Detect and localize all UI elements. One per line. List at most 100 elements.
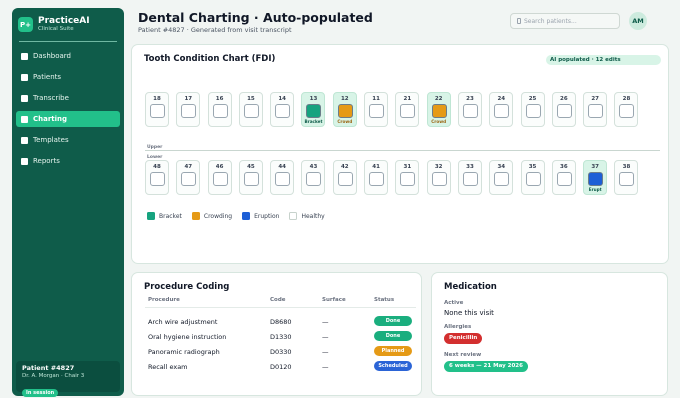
sidebar-item-patients[interactable]: Patients: [16, 69, 120, 85]
tooth-surface[interactable]: [369, 104, 385, 118]
tooth-37[interactable]: 37 Erupt: [583, 160, 608, 195]
tooth-surface[interactable]: [525, 172, 541, 186]
jaw-divider: [145, 150, 660, 151]
tooth-surface[interactable]: [400, 172, 416, 186]
table-row[interactable]: Oral hygiene instruction D1330 — Done: [148, 331, 418, 345]
tooth-28[interactable]: 28: [614, 92, 639, 127]
tooth-surface[interactable]: [588, 104, 604, 118]
tooth-surface[interactable]: [619, 104, 635, 118]
tooth-surface[interactable]: [462, 172, 478, 186]
tooth-45[interactable]: 45: [238, 160, 263, 195]
tooth-23[interactable]: 23: [457, 92, 482, 127]
brand-name: PracticeAI: [38, 16, 90, 26]
tooth-surface[interactable]: [150, 104, 165, 118]
tooth-27[interactable]: 27: [583, 92, 608, 127]
tooth-number: 43: [309, 164, 318, 170]
status-badge[interactable]: Done: [374, 316, 412, 326]
tooth-surface[interactable]: [525, 104, 541, 118]
brand[interactable]: P+ PracticeAI Clinical Suite: [12, 8, 124, 39]
tooth-chart-panel: Tooth Condition Chart (FDI) AI populated…: [131, 44, 669, 264]
table-row[interactable]: Arch wire adjustment D8680 — Done: [148, 316, 418, 330]
tooth-surface[interactable]: [275, 104, 291, 118]
tooth-number: 35: [528, 164, 537, 170]
tooth-31[interactable]: 31: [395, 160, 420, 195]
tooth-surface[interactable]: [212, 104, 228, 118]
tooth-number: 34: [497, 164, 506, 170]
tooth-surface[interactable]: [431, 104, 447, 118]
tooth-35[interactable]: 35: [520, 160, 545, 195]
tooth-32[interactable]: 32: [426, 160, 451, 195]
tooth-number: 15: [247, 96, 255, 102]
tooth-16[interactable]: 16: [207, 92, 232, 127]
table-row[interactable]: Recall exam D0120 — Scheduled: [148, 361, 418, 375]
tooth-14[interactable]: 14: [270, 92, 295, 127]
tooth-38[interactable]: 38: [614, 160, 639, 195]
tooth-surface[interactable]: [212, 172, 228, 186]
sidebar-item-charting[interactable]: Charting: [16, 111, 120, 127]
tooth-42[interactable]: 42: [332, 160, 357, 195]
tooth-44[interactable]: 44: [270, 160, 295, 195]
tooth-surface[interactable]: [181, 172, 197, 186]
tooth-26[interactable]: 26: [551, 92, 576, 127]
tooth-surface[interactable]: [306, 104, 322, 118]
tooth-surface[interactable]: [556, 104, 572, 118]
tooth-24[interactable]: 24: [489, 92, 514, 127]
tooth-36[interactable]: 36: [551, 160, 576, 195]
tooth-surface[interactable]: [556, 172, 572, 186]
tooth-41[interactable]: 41: [364, 160, 389, 195]
session-status-badge: In session: [22, 389, 59, 397]
tooth-43[interactable]: 43: [301, 160, 326, 195]
sidebar-item-templates[interactable]: Templates: [16, 132, 120, 148]
sidebar-item-reports[interactable]: Reports: [16, 153, 120, 169]
tooth-surface[interactable]: [275, 172, 291, 186]
tooth-21[interactable]: 21: [395, 92, 420, 127]
tooth-surface[interactable]: [494, 172, 510, 186]
allergies-label: Allergies: [444, 324, 472, 330]
avatar[interactable]: AM: [629, 12, 647, 30]
chart-legend: Bracket Crowding Eruption Healthy: [147, 212, 335, 220]
tooth-34[interactable]: 34: [489, 160, 514, 195]
tooth-17[interactable]: 17: [176, 92, 201, 127]
tooth-surface[interactable]: [494, 104, 510, 118]
procedure-code: D0120: [270, 363, 292, 371]
tooth-12[interactable]: 12 Crowd: [332, 92, 357, 127]
tooth-surface[interactable]: [369, 172, 385, 186]
tooth-47[interactable]: 47: [176, 160, 201, 195]
procedure-code: D8680: [270, 318, 292, 326]
tooth-13[interactable]: 13 Bracket: [301, 92, 326, 127]
tooth-number: 41: [372, 164, 380, 170]
tooth-surface[interactable]: [588, 172, 604, 186]
tooth-surface[interactable]: [462, 104, 478, 118]
tooth-surface[interactable]: [400, 104, 416, 118]
active-label: Active: [444, 300, 464, 306]
tooth-48[interactable]: 48: [145, 160, 169, 195]
patient-card[interactable]: Patient #4827 Dr. A. Morgan · Chair 3 In…: [16, 361, 120, 397]
tooth-surface[interactable]: [431, 172, 447, 186]
status-badge[interactable]: Done: [374, 331, 412, 341]
legend-item-crowding: Crowding: [191, 212, 232, 220]
tooth-surface[interactable]: [181, 104, 197, 118]
tooth-15[interactable]: 15: [238, 92, 263, 127]
procedure-surface: —: [322, 333, 329, 341]
sidebar-item-transcribe[interactable]: Transcribe: [16, 90, 120, 106]
tooth-25[interactable]: 25: [520, 92, 545, 127]
status-badge[interactable]: Planned: [374, 346, 412, 356]
sidebar-item-dashboard[interactable]: Dashboard: [16, 48, 120, 64]
tooth-surface[interactable]: [619, 172, 635, 186]
tooth-surface[interactable]: [150, 172, 165, 186]
search-input[interactable]: Search patients...: [510, 13, 620, 29]
tooth-surface[interactable]: [243, 172, 259, 186]
tooth-11[interactable]: 11: [364, 92, 389, 127]
tooth-33[interactable]: 33: [457, 160, 482, 195]
tooth-number: 24: [497, 96, 506, 102]
tooth-22[interactable]: 22 Crowd: [426, 92, 451, 127]
table-row[interactable]: Panoramic radiograph D0330 — Planned: [148, 346, 418, 360]
tooth-46[interactable]: 46: [207, 160, 232, 195]
status-badge[interactable]: Scheduled: [374, 361, 412, 371]
active-value: None this visit: [444, 309, 494, 317]
tooth-surface[interactable]: [243, 104, 259, 118]
tooth-surface[interactable]: [306, 172, 322, 186]
tooth-18[interactable]: 18: [145, 92, 169, 127]
tooth-surface[interactable]: [337, 172, 353, 186]
tooth-surface[interactable]: [337, 104, 353, 118]
